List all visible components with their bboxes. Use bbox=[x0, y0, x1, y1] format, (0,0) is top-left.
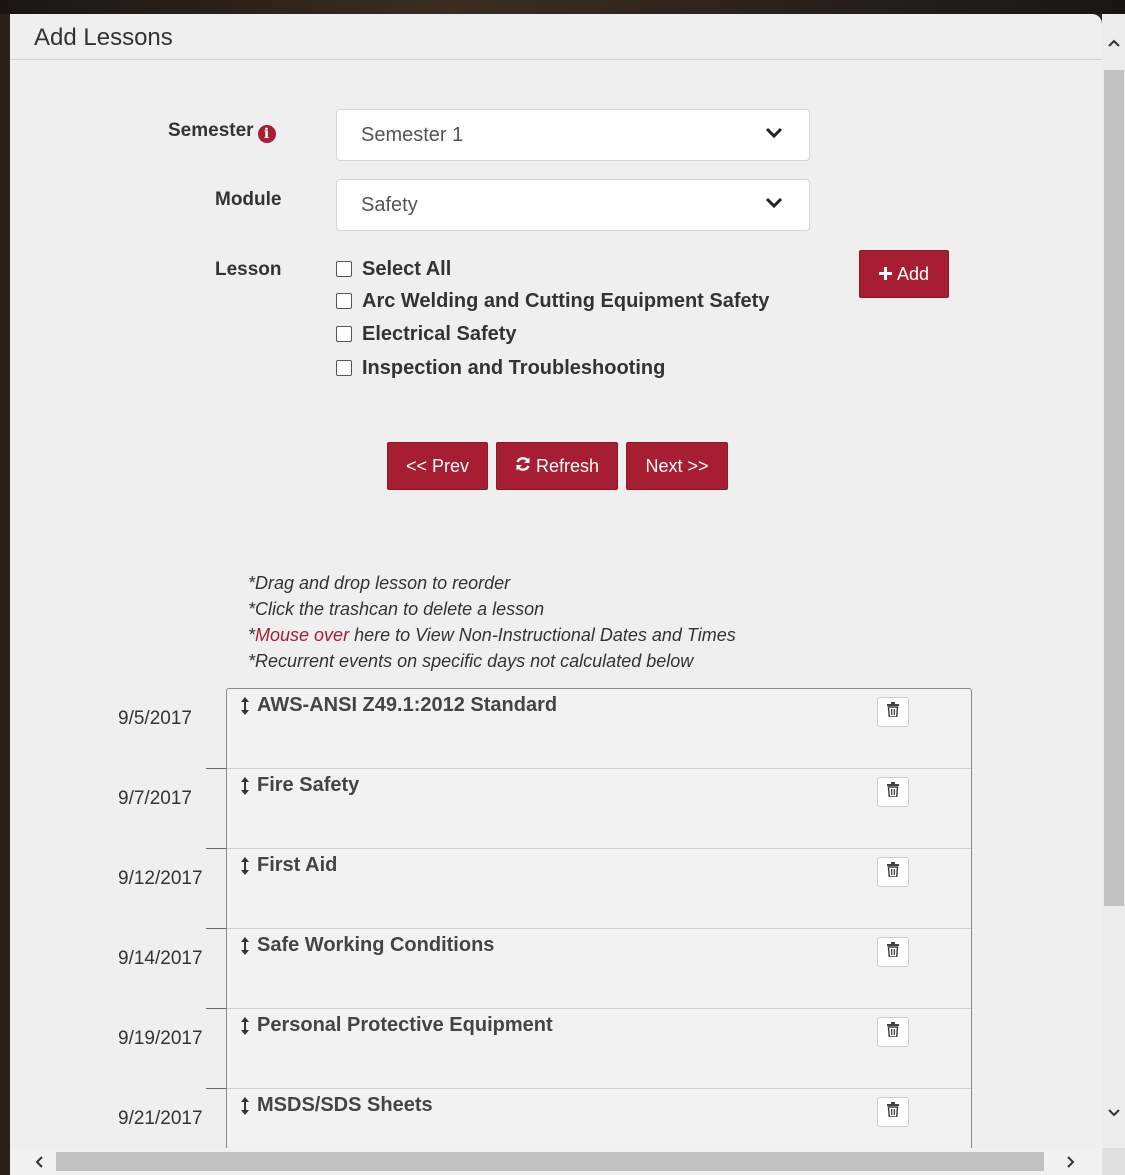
drag-handle-icon[interactable] bbox=[240, 857, 250, 875]
delete-lesson-button[interactable] bbox=[877, 857, 909, 887]
delete-lesson-button[interactable] bbox=[877, 697, 909, 727]
note-trash: *Click the trashcan to delete a lesson bbox=[248, 599, 545, 619]
lesson-option[interactable]: Electrical Safety bbox=[336, 321, 517, 347]
prev-button-label: << Prev bbox=[405, 455, 470, 476]
lesson-title: MSDS/SDS Sheets bbox=[257, 1094, 433, 1116]
lesson-date: 9/7/2017 bbox=[118, 788, 192, 809]
note-recurrent: *Recurrent events on specific days not c… bbox=[248, 651, 694, 671]
date-divider bbox=[206, 1088, 228, 1089]
select-all-option[interactable]: Select All bbox=[336, 256, 451, 282]
trash-icon bbox=[886, 1102, 900, 1122]
lesson-title: First Aid bbox=[257, 854, 338, 876]
drag-handle-icon[interactable] bbox=[240, 937, 250, 955]
note-prefix: * bbox=[248, 625, 256, 645]
lesson-title: Personal Protective Equipment bbox=[257, 1014, 553, 1036]
trash-icon bbox=[886, 702, 900, 722]
trash-icon bbox=[886, 782, 900, 802]
info-icon[interactable]: i bbox=[257, 125, 276, 143]
refresh-icon bbox=[515, 456, 531, 477]
add-lesson-button[interactable]: Add bbox=[859, 250, 949, 298]
semester-label-text: Semester bbox=[168, 120, 254, 141]
refresh-button[interactable]: Refresh bbox=[496, 442, 618, 490]
lesson-row[interactable]: AWS-ANSI Z49.1:2012 Standard bbox=[227, 689, 971, 769]
scroll-up-icon[interactable] bbox=[1102, 28, 1125, 58]
delete-lesson-button[interactable] bbox=[877, 777, 909, 807]
lesson-title: Fire Safety bbox=[257, 774, 360, 796]
add-lessons-panel: Add Lessons Semester i Semester 1 Module … bbox=[10, 14, 1102, 1163]
scroll-right-icon[interactable] bbox=[1056, 1148, 1086, 1175]
lesson-date: 9/5/2017 bbox=[118, 708, 192, 729]
drag-handle-icon[interactable] bbox=[240, 777, 250, 795]
lesson-row[interactable]: Personal Protective Equipment bbox=[227, 1009, 971, 1089]
lesson-date: 9/19/2017 bbox=[118, 1028, 203, 1049]
delete-lesson-button[interactable] bbox=[877, 1097, 909, 1127]
module-label: Module bbox=[215, 189, 282, 210]
note-mouseover: *Mouse over here to View Non-Instruction… bbox=[248, 622, 736, 648]
lesson-label: Lesson bbox=[215, 259, 282, 280]
lesson-option[interactable]: Inspection and Troubleshooting bbox=[336, 355, 665, 381]
drag-handle-icon[interactable] bbox=[240, 697, 250, 715]
trash-icon bbox=[886, 862, 900, 882]
chevron-down-icon bbox=[765, 126, 783, 145]
delete-lesson-button[interactable] bbox=[877, 937, 909, 967]
module-select[interactable]: Safety bbox=[336, 179, 810, 231]
window-frame-top bbox=[0, 0, 1125, 14]
date-divider bbox=[206, 928, 228, 929]
drag-handle-icon[interactable] bbox=[240, 1097, 250, 1115]
lesson-row[interactable]: Safe Working Conditions bbox=[227, 929, 971, 1009]
select-all-label: Select All bbox=[362, 257, 452, 280]
module-select-value: Safety bbox=[361, 194, 418, 216]
lesson-date: 9/12/2017 bbox=[118, 868, 203, 889]
add-button-label: Add bbox=[896, 263, 930, 284]
note-suffix: here to View Non-Instructional Dates and… bbox=[349, 625, 736, 645]
lesson-title: AWS-ANSI Z49.1:2012 Standard bbox=[257, 694, 558, 716]
lesson-option-label: Electrical Safety bbox=[362, 322, 517, 345]
lesson-checkbox[interactable] bbox=[336, 293, 352, 309]
vertical-scrollbar[interactable] bbox=[1102, 14, 1125, 1163]
trash-icon bbox=[886, 942, 900, 962]
select-all-checkbox[interactable] bbox=[336, 261, 352, 277]
scroll-left-icon[interactable] bbox=[24, 1148, 54, 1175]
instructions-notes: *Drag and drop lesson to reorder *Click … bbox=[248, 570, 736, 674]
lesson-title: Safe Working Conditions bbox=[257, 934, 495, 956]
lesson-row[interactable]: Fire Safety bbox=[227, 769, 971, 849]
semester-select-value: Semester 1 bbox=[361, 124, 464, 146]
plus-icon bbox=[878, 264, 892, 285]
lesson-date: 9/21/2017 bbox=[118, 1108, 203, 1129]
scrollbar-corner bbox=[1102, 1148, 1125, 1175]
date-divider bbox=[206, 848, 228, 849]
lesson-row[interactable]: First Aid bbox=[227, 849, 971, 929]
non-instructional-dates-link[interactable]: Mouse over bbox=[255, 625, 349, 645]
note-drag: *Drag and drop lesson to reorder bbox=[248, 573, 511, 593]
scroll-down-icon[interactable] bbox=[1102, 1098, 1125, 1128]
panel-header: Add Lessons bbox=[10, 14, 1102, 60]
next-button-label: Next >> bbox=[645, 455, 709, 476]
refresh-button-label: Refresh bbox=[535, 455, 600, 476]
lesson-checkbox[interactable] bbox=[336, 326, 352, 342]
chevron-down-icon bbox=[765, 196, 783, 215]
next-button[interactable]: Next >> bbox=[626, 442, 728, 490]
semester-select[interactable]: Semester 1 bbox=[336, 109, 810, 161]
trash-icon bbox=[886, 1022, 900, 1042]
prev-button[interactable]: << Prev bbox=[387, 442, 488, 490]
lesson-option[interactable]: Arc Welding and Cutting Equipment Safety bbox=[336, 288, 769, 314]
lesson-checkbox[interactable] bbox=[336, 360, 352, 376]
drag-handle-icon[interactable] bbox=[240, 1017, 250, 1035]
lesson-option-label: Arc Welding and Cutting Equipment Safety bbox=[362, 289, 770, 312]
lesson-option-label: Inspection and Troubleshooting bbox=[362, 356, 666, 379]
lesson-schedule-list: AWS-ANSI Z49.1:2012 Standard Fire Safety bbox=[226, 688, 972, 1163]
panel-title: Add Lessons bbox=[34, 24, 173, 51]
horizontal-scroll-thumb[interactable] bbox=[56, 1152, 1044, 1171]
vertical-scroll-thumb[interactable] bbox=[1104, 70, 1124, 906]
lesson-date: 9/14/2017 bbox=[118, 948, 203, 969]
delete-lesson-button[interactable] bbox=[877, 1017, 909, 1047]
semester-label: Semester i bbox=[168, 120, 276, 143]
date-divider bbox=[206, 1008, 228, 1009]
horizontal-scrollbar[interactable] bbox=[10, 1148, 1102, 1175]
date-divider bbox=[206, 768, 228, 769]
